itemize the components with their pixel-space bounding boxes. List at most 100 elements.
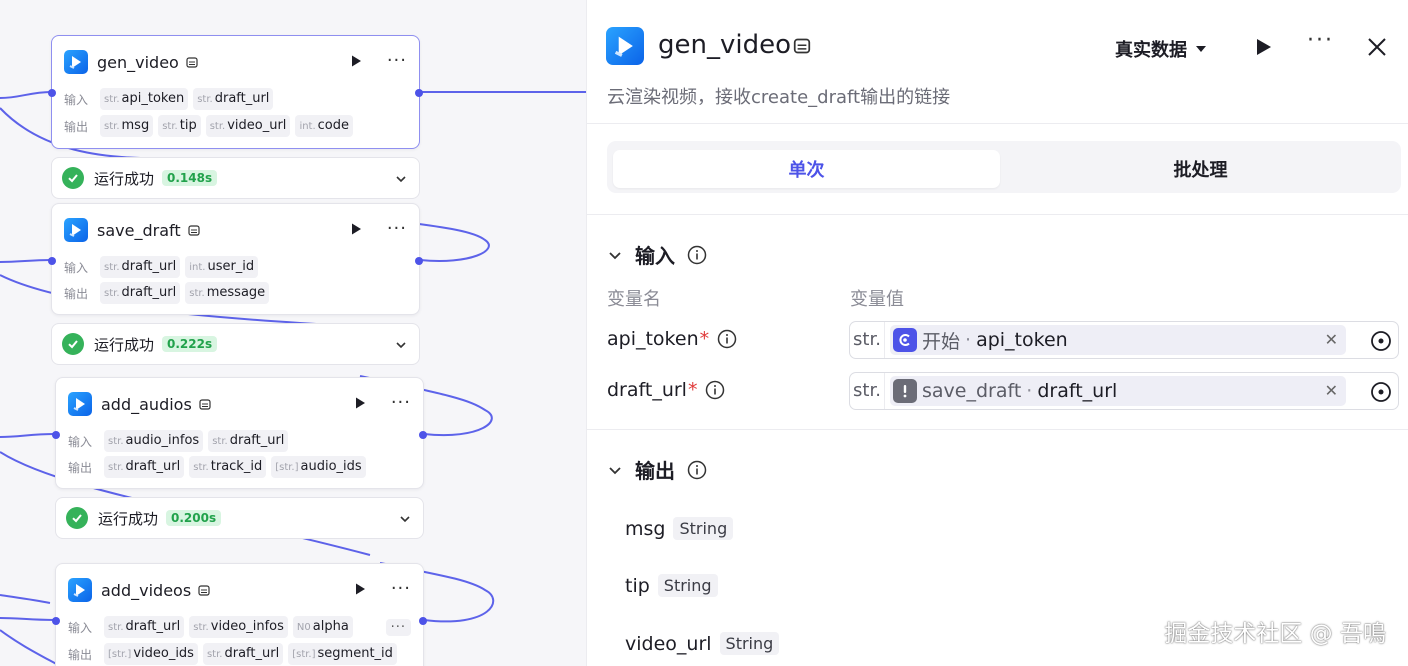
output-param-chip: [str.] audio_ids bbox=[271, 456, 366, 478]
tab-single[interactable]: 单次 bbox=[613, 150, 1000, 188]
node-add-audios[interactable]: add_audios ··· 输入 str. audio_infos str. dr… bbox=[52, 377, 427, 489]
status-text: 运行成功 bbox=[94, 335, 155, 354]
output-variable-name: tip bbox=[625, 574, 650, 597]
output-type-badge: String bbox=[657, 574, 718, 597]
node-title: gen_video bbox=[97, 52, 179, 72]
chevron-down-icon[interactable] bbox=[395, 173, 407, 185]
output-param-chip: str. draft_url bbox=[202, 643, 284, 665]
output-variable-name: msg bbox=[625, 517, 666, 540]
run-node-icon[interactable] bbox=[349, 222, 363, 236]
node-save-draft[interactable]: save_draft ··· 输入 str. draft_url int. user… bbox=[48, 203, 423, 315]
output-param-chip: int. code bbox=[295, 115, 354, 137]
more-icon[interactable]: ··· bbox=[391, 390, 411, 416]
input-port[interactable] bbox=[48, 257, 56, 265]
output-port[interactable] bbox=[415, 257, 423, 265]
output-type-badge: String bbox=[719, 632, 780, 655]
input-param-chip: str. draft_url bbox=[104, 616, 185, 638]
output-type-badge: String bbox=[673, 517, 734, 540]
more-icon[interactable]: ··· bbox=[387, 216, 407, 242]
clear-icon[interactable]: ✕ bbox=[1325, 330, 1338, 349]
chevron-down-icon[interactable] bbox=[395, 339, 407, 351]
variable-value-field[interactable]: str. save_draft · draft_url ✕ bbox=[849, 372, 1399, 410]
more-icon[interactable]: ··· bbox=[387, 48, 407, 74]
panel-title[interactable]: gen_video bbox=[658, 30, 791, 60]
input-param-chip: str. draft_url bbox=[100, 256, 181, 278]
input-label: 输入 bbox=[64, 92, 89, 107]
connection-line bbox=[0, 594, 51, 604]
status-text: 运行成功 bbox=[98, 509, 159, 528]
output-port[interactable] bbox=[419, 431, 427, 439]
variable-name: draft_url * bbox=[607, 379, 725, 401]
output-section-header[interactable]: 输出 bbox=[607, 455, 707, 484]
input-param-chip: str. draft_url bbox=[193, 88, 274, 110]
run-node-icon[interactable] bbox=[353, 582, 367, 596]
divider bbox=[587, 214, 1408, 215]
column-header-name: 变量名 bbox=[607, 289, 661, 310]
input-port[interactable] bbox=[48, 89, 56, 97]
run-status-bar[interactable]: 运行成功 0.222s bbox=[51, 323, 420, 365]
plugin-tag-icon bbox=[188, 224, 200, 236]
info-icon[interactable] bbox=[705, 380, 725, 400]
output-variable: tip String bbox=[625, 574, 718, 597]
run-icon[interactable] bbox=[1253, 37, 1273, 57]
run-status-bar[interactable]: 运行成功 0.200s bbox=[55, 497, 424, 539]
node-title: add_audios bbox=[101, 394, 192, 414]
more-icon[interactable]: ··· bbox=[1307, 28, 1334, 53]
tab-batch[interactable]: 批处理 bbox=[1007, 150, 1394, 188]
workflow-canvas[interactable]: gen_video ··· 输入 str. api_token str. draft… bbox=[0, 0, 586, 666]
output-port[interactable] bbox=[415, 89, 423, 97]
info-icon[interactable] bbox=[717, 329, 737, 349]
connection-line bbox=[0, 629, 61, 666]
plugin-tag-icon bbox=[199, 398, 211, 410]
input-param-chip: str. audio_infos bbox=[104, 430, 204, 452]
column-header-value: 变量值 bbox=[850, 289, 904, 310]
more-params-chip[interactable]: ··· bbox=[385, 618, 411, 636]
plugin-logo-icon bbox=[64, 218, 88, 242]
output-param-chip: str. message bbox=[185, 282, 270, 304]
info-icon[interactable] bbox=[687, 460, 707, 480]
variable-reference[interactable]: 开始 · api_token ✕ bbox=[890, 325, 1346, 355]
node-detail-panel: gen_video 真实数据 ··· 云渲染视频，接收create_draft输… bbox=[586, 0, 1408, 666]
info-icon[interactable] bbox=[687, 245, 707, 265]
node-add-videos[interactable]: add_videos ··· 输入 str. draft_url str. vide… bbox=[52, 563, 427, 666]
close-icon[interactable] bbox=[1366, 36, 1388, 58]
data-mode-label: 真实数据 bbox=[1115, 40, 1187, 61]
node-title: save_draft bbox=[97, 220, 181, 240]
variable-picker-icon[interactable] bbox=[1370, 381, 1392, 403]
more-icon[interactable]: ··· bbox=[391, 576, 411, 602]
output-port[interactable] bbox=[419, 617, 427, 625]
required-mark: * bbox=[699, 328, 710, 350]
output-label: 输出 bbox=[68, 460, 93, 475]
chevron-down-icon bbox=[609, 466, 621, 474]
variable-reference[interactable]: save_draft · draft_url ✕ bbox=[890, 376, 1346, 406]
type-label: str. bbox=[850, 373, 885, 409]
watermark: 掘金技术社区 @ 吾鳴 bbox=[1164, 621, 1386, 647]
run-node-icon[interactable] bbox=[349, 54, 363, 68]
chevron-down-icon[interactable] bbox=[399, 513, 411, 525]
data-mode-dropdown[interactable]: 真实数据 bbox=[1115, 36, 1207, 62]
required-mark: * bbox=[687, 379, 698, 401]
input-port[interactable] bbox=[52, 617, 60, 625]
input-param-chip: str. draft_url bbox=[208, 430, 289, 452]
output-param-chip: str. tip bbox=[158, 115, 201, 137]
input-port[interactable] bbox=[52, 431, 60, 439]
run-status-bar[interactable]: 运行成功 0.148s bbox=[51, 157, 420, 199]
clear-icon[interactable]: ✕ bbox=[1325, 381, 1338, 400]
output-param-chip: str. draft_url bbox=[100, 282, 181, 304]
variable-picker-icon[interactable] bbox=[1370, 330, 1392, 352]
output-variable: msg String bbox=[625, 517, 734, 540]
node-gen-video[interactable]: gen_video ··· 输入 str. api_token str. draft… bbox=[48, 35, 423, 149]
variable-value-field[interactable]: str. 开始 · api_token ✕ bbox=[849, 321, 1399, 359]
divider bbox=[587, 123, 1408, 124]
input-section-header[interactable]: 输入 bbox=[607, 240, 707, 269]
plugin-logo-icon bbox=[68, 578, 92, 602]
success-icon bbox=[62, 167, 84, 189]
input-label: 输入 bbox=[68, 620, 93, 635]
chevron-down-icon bbox=[609, 251, 621, 259]
variable-name: api_token * bbox=[607, 328, 737, 350]
start-node-icon bbox=[893, 328, 917, 352]
node-title: add_videos bbox=[101, 580, 192, 600]
run-time-badge: 0.200s bbox=[166, 510, 222, 526]
run-node-icon[interactable] bbox=[353, 396, 367, 410]
caret-down-icon bbox=[1196, 46, 1206, 52]
